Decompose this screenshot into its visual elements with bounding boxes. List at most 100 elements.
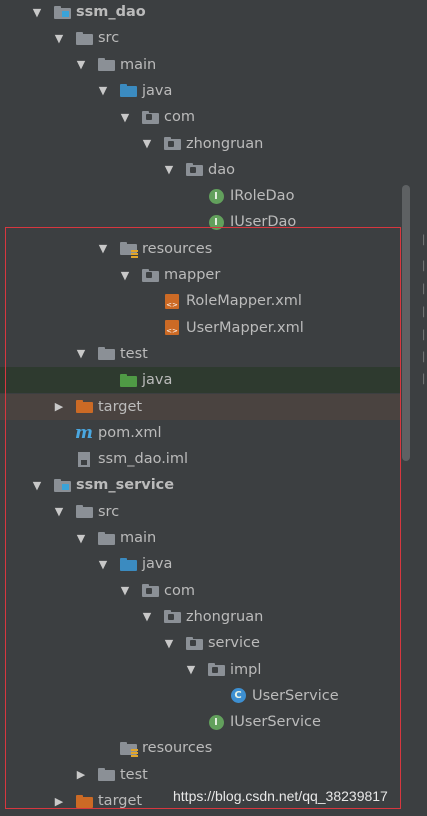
collapse-arrow-icon[interactable]: ▼ <box>74 58 88 72</box>
package-icon <box>185 162 203 178</box>
collapse-arrow-icon[interactable]: ▼ <box>52 505 66 519</box>
package-icon <box>163 136 181 152</box>
module-folder-icon <box>53 477 71 493</box>
collapse-arrow-icon[interactable]: ▼ <box>162 163 176 177</box>
tree-node-label: test <box>120 345 148 362</box>
tree-node-label: src <box>98 30 120 47</box>
tree-node[interactable]: ▼ com <box>0 578 400 604</box>
collapse-arrow-icon[interactable]: ▼ <box>140 610 154 624</box>
tree-node[interactable]: ▼ssm_dao.iml <box>0 446 400 472</box>
tree-node[interactable]: ▼ ssm_dao <box>0 0 400 25</box>
tree-node-label: mapper <box>164 267 221 283</box>
expand-arrow-icon[interactable]: ▶ <box>52 400 66 414</box>
tree-node-label: zhongruan <box>186 608 264 625</box>
iml-file-icon <box>75 451 93 467</box>
tree-node[interactable]: ▼ zhongruan <box>0 604 400 630</box>
tree-node[interactable]: ▼resources <box>0 236 400 262</box>
tree-node[interactable]: ▼ main <box>0 52 400 78</box>
tree-node[interactable]: ▼ main <box>0 525 400 551</box>
package-icon <box>141 583 159 599</box>
tree-node-label: com <box>164 582 195 599</box>
tree-node-label: ssm_dao.iml <box>98 451 188 468</box>
watermark-text: https://blog.csdn.net/qq_38239817 <box>173 788 388 804</box>
package-icon <box>185 635 203 651</box>
folder-icon <box>75 30 93 46</box>
tree-node[interactable]: ▼ service <box>0 630 400 656</box>
collapse-arrow-icon[interactable]: ▼ <box>184 663 198 677</box>
package-icon <box>141 267 159 283</box>
tree-node-label: java <box>142 372 173 389</box>
xml-file-icon: <> <box>163 293 181 309</box>
tree-node[interactable]: ▼IIUserService <box>0 709 400 735</box>
collapse-arrow-icon[interactable]: ▼ <box>74 347 88 361</box>
tree-node[interactable]: ▼ mapper <box>0 262 400 288</box>
tree-node-label: RoleMapper.xml <box>186 293 302 310</box>
tree-node-label: ssm_service <box>76 477 175 494</box>
interface-icon: I <box>207 188 225 204</box>
gutter-mark: │ <box>421 236 427 246</box>
tree-node[interactable]: ▼mpom.xml <box>0 420 400 446</box>
tree-node[interactable]: ▼CUserService <box>0 683 400 709</box>
gutter-mark: │ <box>421 262 427 272</box>
collapse-arrow-icon[interactable]: ▼ <box>52 31 66 45</box>
tree-node-label: service <box>208 635 260 652</box>
package-icon <box>207 662 225 678</box>
gutter-mark: │ <box>421 285 427 295</box>
tree-node-label: impl <box>230 661 262 678</box>
collapse-arrow-icon[interactable]: ▼ <box>30 478 44 492</box>
package-icon <box>163 609 181 625</box>
excluded-folder-icon <box>75 793 93 809</box>
expand-arrow-icon[interactable]: ▶ <box>74 768 88 782</box>
tree-node-label: zhongruan <box>186 135 264 152</box>
class-icon: C <box>229 688 247 704</box>
tree-node[interactable]: ▼ dao <box>0 157 400 183</box>
test-folder-icon <box>119 372 137 388</box>
tree-node-label: target <box>98 793 143 809</box>
tree-node-label: UserMapper.xml <box>186 319 304 336</box>
package-icon <box>141 109 159 125</box>
tree-node[interactable]: ▼ java <box>0 78 400 104</box>
gutter-mark: │ <box>421 375 427 385</box>
collapse-arrow-icon[interactable]: ▼ <box>30 5 44 19</box>
collapse-arrow-icon[interactable]: ▼ <box>118 268 132 282</box>
collapse-arrow-icon[interactable]: ▼ <box>118 110 132 124</box>
tree-node[interactable]: ▼ ssm_service <box>0 472 400 498</box>
expand-arrow-icon[interactable]: ▶ <box>52 794 66 808</box>
tree-node[interactable]: ▼ com <box>0 104 400 130</box>
resources-folder-icon <box>119 740 138 759</box>
tree-node[interactable]: ▼java <box>0 367 400 394</box>
folder-icon <box>97 767 115 783</box>
tree-node[interactable]: ▼<>RoleMapper.xml <box>0 288 400 314</box>
vertical-scrollbar[interactable] <box>402 185 410 461</box>
tree-node[interactable]: ▼ test <box>0 341 400 367</box>
interface-icon: I <box>207 714 225 730</box>
tree-node-label: pom.xml <box>98 424 162 441</box>
collapse-arrow-icon[interactable]: ▼ <box>96 84 110 98</box>
tree-node-label: UserService <box>252 687 339 704</box>
tree-node[interactable]: ▼ impl <box>0 657 400 683</box>
tree-node-label: target <box>98 398 143 415</box>
maven-icon: m <box>75 422 93 443</box>
gutter-mark: │ <box>421 353 427 363</box>
tree-node[interactable]: ▶ test <box>0 762 400 788</box>
tree-node[interactable]: ▼ src <box>0 499 400 525</box>
collapse-arrow-icon[interactable]: ▼ <box>96 557 110 571</box>
tree-node[interactable]: ▼ zhongruan <box>0 131 400 157</box>
tree-node[interactable]: ▼<>UserMapper.xml <box>0 315 400 341</box>
tree-node-label: com <box>164 109 195 126</box>
tree-node-label: ssm_dao <box>76 4 146 20</box>
collapse-arrow-icon[interactable]: ▼ <box>96 242 110 256</box>
collapse-arrow-icon[interactable]: ▼ <box>74 531 88 545</box>
tree-node[interactable]: ▼IIUserDao <box>0 209 400 235</box>
tree-node[interactable]: ▶ target <box>0 393 400 420</box>
tree-node[interactable]: ▼IIRoleDao <box>0 183 400 209</box>
collapse-arrow-icon[interactable]: ▼ <box>118 584 132 598</box>
tree-node[interactable]: ▼ src <box>0 25 400 51</box>
tree-node[interactable]: ▼java <box>0 551 400 577</box>
excluded-folder-icon <box>75 399 93 415</box>
collapse-arrow-icon[interactable]: ▼ <box>162 636 176 650</box>
tree-node[interactable]: ▼resources <box>0 735 400 761</box>
tree-node-label: java <box>142 82 173 99</box>
gutter-mark: │ <box>421 331 427 341</box>
collapse-arrow-icon[interactable]: ▼ <box>140 137 154 151</box>
